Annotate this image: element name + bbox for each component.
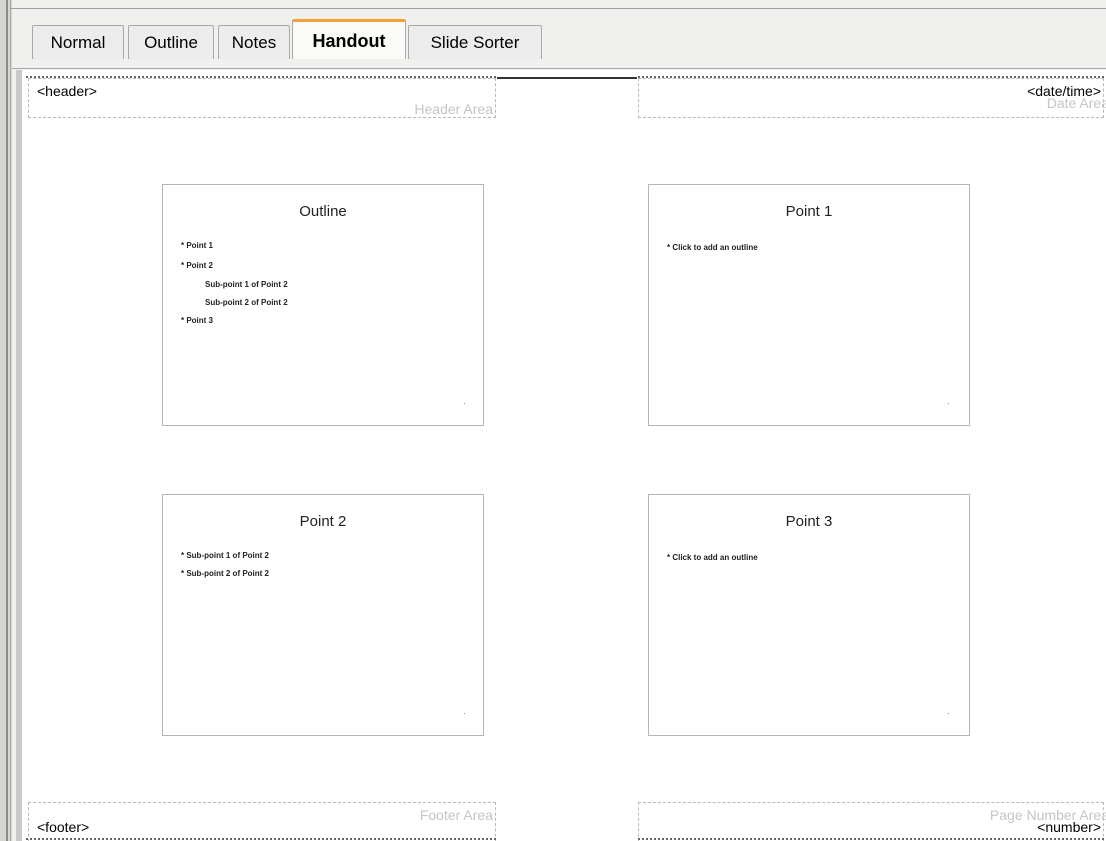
page-top-edge <box>497 77 637 79</box>
slide-title: Point 3 <box>785 513 833 530</box>
header-placeholder: <header> <box>37 83 97 99</box>
slide-thumbnail-point-1[interactable]: Point 1 * Click to add an outline · <box>648 184 970 426</box>
footer-placeholder: <footer> <box>37 819 90 835</box>
footer-area-label: Footer Area <box>419 807 493 823</box>
slide-title: Point 2 <box>299 513 347 530</box>
slide-sub-bullet: Sub-point 2 of Point 2 <box>205 298 288 307</box>
page-number-area[interactable]: Page Number Area <number> <box>638 802 1106 841</box>
slide-thumbnail-point-2[interactable]: Point 2 * Sub-point 1 of Point 2 * Sub-p… <box>162 494 484 736</box>
tab-notes[interactable]: Notes <box>218 25 290 59</box>
header-area-label: Header Area <box>414 101 493 117</box>
slide-title: Point 1 <box>785 203 833 220</box>
slide-number-mark: · <box>463 709 466 718</box>
frame-line <box>10 0 11 841</box>
date-area[interactable]: Date Area <date/time> <box>638 78 1106 118</box>
slide-bullet: * Point 3 <box>181 316 214 325</box>
footer-area[interactable]: Footer Area <footer> <box>28 802 496 841</box>
tab-bar-divider <box>12 68 1106 69</box>
tab-slide-sorter[interactable]: Slide Sorter <box>408 25 542 59</box>
slide-number-mark: · <box>947 709 950 718</box>
tab-normal[interactable]: Normal <box>32 25 124 59</box>
frame-line <box>6 0 8 841</box>
view-tab-bar: Normal Outline Notes Handout Slide Sorte… <box>12 9 1106 69</box>
handout-page[interactable]: <header> Header Area Date Area <date/tim… <box>22 70 1106 841</box>
slide-thumbnail-point-3[interactable]: Point 3 * Click to add an outline · <box>648 494 970 736</box>
slide-sub-bullet: Sub-point 1 of Point 2 <box>205 280 288 289</box>
tab-outline[interactable]: Outline <box>128 25 214 59</box>
slide-bullet: * Sub-point 1 of Point 2 <box>181 551 269 560</box>
slide-thumbnail-outline[interactable]: Outline * Point 1 * Point 2 Sub-point 1 … <box>162 184 484 426</box>
slide-bullet: * Click to add an outline <box>667 553 758 562</box>
slide-bullet: * Point 2 <box>181 261 214 270</box>
slide-bullet: * Point 1 <box>181 241 214 250</box>
date-placeholder: <date/time> <box>1027 83 1101 99</box>
slide-bullet: * Sub-point 2 of Point 2 <box>181 569 269 578</box>
header-area[interactable]: <header> Header Area <box>28 78 496 118</box>
slide-number-mark: · <box>947 399 950 408</box>
slide-title: Outline <box>299 203 347 220</box>
tab-handout[interactable]: Handout <box>292 19 406 59</box>
slide-number-mark: · <box>463 399 466 408</box>
window-left-frame <box>0 0 12 841</box>
page-number-placeholder: <number> <box>1037 819 1101 835</box>
slide-bullet: * Click to add an outline <box>667 243 758 252</box>
